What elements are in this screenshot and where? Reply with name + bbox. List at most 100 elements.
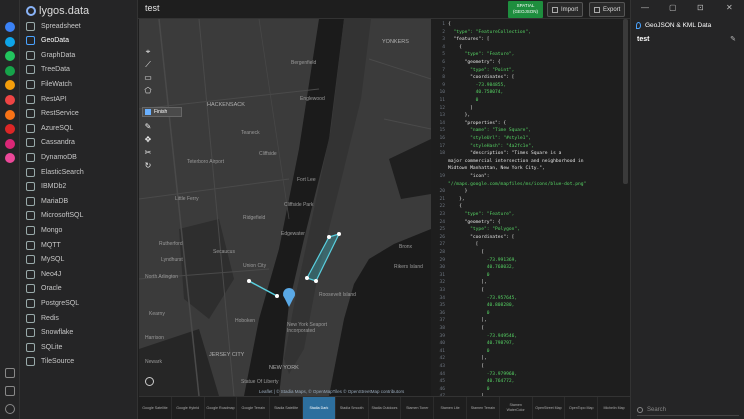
sidebar-item-graphdata[interactable]: GraphData (20, 48, 138, 62)
import-label: Import (561, 6, 579, 13)
geodata-rail-icon[interactable] (5, 36, 15, 47)
basemap-option[interactable]: Stamen WaterColor (500, 397, 533, 419)
finish-button[interactable]: Finish (142, 107, 182, 117)
code-line: 46 0 (431, 386, 630, 393)
sidebar-item-restservice[interactable]: RestService (20, 107, 138, 121)
code-line: 1{ (431, 21, 630, 28)
map-label-new-york: NEW YORK (269, 365, 299, 371)
line-number: 22 (439, 204, 445, 210)
dataset-item[interactable]: test (637, 36, 649, 43)
map-attribution[interactable]: Leaflet | © Stadia Maps, © OpenMapTiles … (259, 389, 404, 394)
draw-marker-icon[interactable]: ⌖ (143, 47, 153, 57)
basemap-option[interactable]: Stamen Lite (434, 397, 467, 419)
sidebar-item-mariadb[interactable]: MariaDB (20, 194, 138, 208)
sidebar-item-microsoftsql[interactable]: MicrosoftSQL (20, 209, 138, 223)
drag-layers-icon[interactable]: ✥ (143, 135, 153, 145)
map-label-harrison: Harrison (145, 335, 164, 341)
basemap-option[interactable]: Stadia Outdoors (369, 397, 402, 419)
cut-layers-icon[interactable]: ✂ (143, 148, 153, 158)
sidebar-item-postgresql[interactable]: PostgreSQL (20, 296, 138, 310)
sidebar-item-dynamodb[interactable]: DynamoDB (20, 150, 138, 164)
spreadsheet-rail-icon[interactable] (5, 22, 15, 32)
basemap-option[interactable]: Stadia Smooth (336, 397, 369, 419)
sidebar-item-filewatch[interactable]: FileWatch (20, 77, 138, 91)
sidebar-item-mqtt[interactable]: MQTT (20, 238, 138, 252)
sidebar-item-azuresql[interactable]: AzureSQL (20, 121, 138, 135)
sidebar-item-elasticsearch[interactable]: ElasticSearch (20, 165, 138, 179)
sidebar-item-tilesource[interactable]: TileSource (20, 355, 138, 369)
line-number: 31 (439, 272, 445, 278)
close-icon[interactable]: ✕ (726, 3, 733, 12)
edit-pencil-icon[interactable]: ✎ (730, 35, 736, 43)
code-line: 16 "styleUrl": "#style1", (431, 135, 630, 142)
basemap-option[interactable]: Stamen Toner (401, 397, 435, 419)
basemap-option[interactable]: Stadia Satellite (270, 397, 303, 419)
restore-icon[interactable]: ▢ (669, 3, 677, 12)
map-label-teterboro: Teterboro Airport (187, 159, 224, 165)
basemap-option[interactable]: OpenStreet Map (533, 397, 566, 419)
code-text: }, (448, 196, 465, 202)
basemap-option[interactable]: Google Hybrid (172, 397, 205, 419)
sidebar-item-label: Redis (41, 314, 59, 322)
sidebar-item-snowflake[interactable]: Snowflake (20, 326, 138, 340)
restservice-rail-icon[interactable] (5, 109, 15, 120)
code-text: "geometry": { (448, 60, 501, 65)
code-line: 27 [ (431, 241, 630, 248)
maximize-icon[interactable]: ⊡ (697, 3, 704, 12)
basemap-option[interactable]: Google Terrain (237, 397, 271, 419)
basemap-option[interactable]: Stadia Dark (302, 397, 336, 419)
basemap-option[interactable]: Michelin Map (598, 397, 631, 419)
sidebar-item-sqlite[interactable]: SQLite (20, 340, 138, 354)
locate-icon[interactable] (145, 377, 154, 386)
draw-rectangle-icon[interactable]: ▭ (143, 73, 153, 83)
rotate-layers-icon[interactable]: ↻ (143, 161, 153, 171)
basemap-option[interactable]: OpenTopo Map (565, 397, 599, 419)
export-label: Export (603, 6, 621, 13)
basemap-option[interactable]: Google Satellite (139, 397, 172, 419)
document-title[interactable]: test (145, 3, 160, 13)
sidebar-item-label: Snowflake (41, 329, 74, 337)
filewatch-rail-icon[interactable] (5, 80, 15, 91)
azuresql-rail-icon[interactable] (5, 124, 15, 135)
code-text: 40.808280, (448, 303, 515, 309)
key-icon[interactable] (5, 386, 15, 396)
line-number: 46 (439, 386, 445, 392)
minimize-icon[interactable]: — (641, 3, 649, 12)
dynamodb-rail-icon[interactable] (5, 153, 15, 164)
draw-polygon-icon[interactable]: ⬠ (143, 86, 153, 96)
map-label-yonkers: YONKERS (382, 39, 409, 45)
code-line: 30 40.768032, (431, 264, 630, 271)
settings-gear-icon[interactable] (5, 404, 15, 414)
sidebar-item-redis[interactable]: Redis (20, 311, 138, 325)
cassandra-rail-icon[interactable] (5, 138, 15, 149)
sidebar-item-neo4j[interactable]: Neo4J (20, 267, 138, 281)
sidebar-item-cassandra[interactable]: Cassandra (20, 136, 138, 150)
sidebar-item-restapi[interactable]: RestAPI (20, 92, 138, 106)
sidebar-item-mongo[interactable]: Mongo (20, 223, 138, 237)
line-number: 3 (442, 37, 445, 43)
draw-polyline-icon[interactable]: ⟋ (143, 60, 153, 70)
search-box[interactable]: Search (637, 404, 739, 416)
sidebar-item-mysql[interactable]: MySQL (20, 253, 138, 267)
treedata-rail-icon[interactable] (5, 65, 15, 76)
restapi-rail-icon[interactable] (5, 95, 15, 105)
help-icon[interactable] (5, 368, 15, 378)
line-number: 36 (439, 310, 445, 316)
map-label-teaneck: Teaneck (241, 130, 260, 136)
sidebar-item-geodata[interactable]: GeoData (20, 34, 138, 48)
code-scrollbar[interactable] (623, 19, 628, 184)
basemap-option[interactable]: Google Roadmap (205, 397, 238, 419)
edit-layers-icon[interactable]: ✎ (143, 122, 153, 132)
sidebar-item-ibmdb2[interactable]: IBMDb2 (20, 180, 138, 194)
geojson-code-editor[interactable]: 1{2 "type": "FeatureCollection", 3 "featu… (431, 19, 630, 396)
sidebar-item-oracle[interactable]: Oracle (20, 282, 138, 296)
map-view[interactable]: YONKERS HACKENSACK Englewood Teaneck Ber… (139, 19, 431, 396)
service-icon (26, 109, 35, 119)
export-button[interactable]: Export (589, 2, 626, 17)
graphdata-rail-icon[interactable] (5, 51, 15, 62)
sidebar-item-treedata[interactable]: TreeData (20, 63, 138, 77)
import-button[interactable]: Import (547, 2, 584, 17)
sidebar-item-spreadsheet[interactable]: Spreadsheet (20, 19, 138, 33)
sidebar-item-label: Spreadsheet (41, 22, 81, 30)
basemap-option[interactable]: Stamen Terrain (467, 397, 500, 419)
